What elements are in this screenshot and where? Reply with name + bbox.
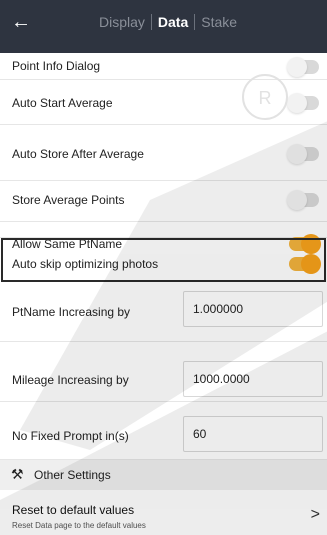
mileage-increasing-input[interactable]: 1000.0000 [183,361,323,397]
chevron-right-icon: > [310,506,320,523]
point-info-dialog-toggle[interactable] [287,57,319,77]
setting-row-auto-store-after-average[interactable]: Auto Store After Average [0,125,327,181]
reset-subtitle: Reset Data page to the default values [12,521,146,530]
setting-label: Store Average Points [12,193,125,207]
setting-row-no-fixed-prompt: No Fixed Prompt in(s) 60 [0,402,327,460]
auto-store-after-average-toggle[interactable] [287,144,319,164]
reset-title: Reset to default values [12,503,135,517]
setting-row-store-average-points[interactable]: Store Average Points [0,181,327,222]
top-bar: ← Display Data Stake [0,0,327,53]
tab-stake[interactable]: Stake [195,10,243,34]
setting-row-ptname-increasing: PtName Increasing by 1.000000 [0,282,327,342]
toggle-knob [287,190,307,210]
auto-start-average-toggle[interactable] [287,93,319,113]
reset-defaults-row[interactable]: Reset to default values Reset Data page … [0,494,327,535]
setting-label: No Fixed Prompt in(s) [12,429,129,443]
setting-label: Point Info Dialog [12,59,101,73]
setting-row-mileage-increasing: Mileage Increasing by 1000.0000 [0,342,327,402]
tools-icon: ⚒ [11,466,24,482]
setting-label: Auto Store After Average [12,147,144,161]
setting-label: PtName Increasing by [12,305,131,319]
setting-row-auto-start-average[interactable]: Auto Start Average [0,80,327,125]
arrow-left-icon[interactable]: ← [9,10,33,34]
store-average-points-toggle[interactable] [287,190,319,210]
tab-bar: Display Data Stake [93,10,243,34]
toggle-knob [287,57,307,77]
tab-display[interactable]: Display [93,10,151,34]
no-fixed-prompt-input[interactable]: 60 [183,416,323,452]
tab-data[interactable]: Data [152,10,194,34]
selected-row-highlight [1,238,326,282]
section-title: Other Settings [34,468,111,482]
toggle-knob [287,144,307,164]
setting-row-point-info-dialog[interactable]: Point Info Dialog [0,53,327,80]
toggle-knob [287,93,307,113]
setting-label: Auto Start Average [12,96,113,110]
setting-label: Mileage Increasing by [12,373,129,387]
ptname-increasing-input[interactable]: 1.000000 [183,291,323,327]
other-settings-header: ⚒ Other Settings [0,460,327,490]
